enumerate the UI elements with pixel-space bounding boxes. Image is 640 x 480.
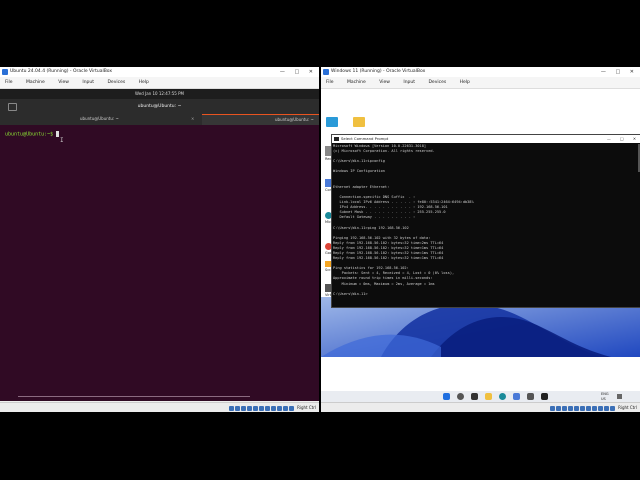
menu-devices[interactable]: Devices: [428, 77, 446, 88]
menu-help[interactable]: Help: [460, 77, 470, 88]
tab-2-label: ubuntu@Ubuntu: ~: [275, 117, 314, 122]
virtualbox-taskbar-icon[interactable]: [527, 393, 534, 400]
recycle-bin-icon[interactable]: [326, 117, 338, 127]
terminal-headerbar: ubuntu@Ubuntu: ~ ubuntu@Ubuntu: ~ × ubun…: [0, 99, 319, 125]
cmd-icon: [334, 137, 339, 141]
store-icon[interactable]: [513, 393, 520, 400]
start-icon[interactable]: [443, 393, 450, 400]
tray-language[interactable]: ENG US: [601, 392, 609, 401]
terminal-area[interactable]: ubuntu@Ubuntu:~$ I: [0, 125, 319, 401]
cmd-title: Select Command Prompt: [341, 136, 389, 141]
host-key-label: Right Ctrl: [297, 405, 316, 410]
search-icon[interactable]: [457, 393, 464, 400]
status-bar: Right Ctrl: [321, 402, 640, 412]
folder-icon[interactable]: [353, 117, 365, 127]
ubuntu-top-bar: Wed Jan 10 12:47:55 PM: [0, 89, 319, 99]
menu-bar: File Machine View Input Devices Help: [0, 77, 319, 89]
edge-taskbar-icon[interactable]: [499, 393, 506, 400]
status-icons[interactable]: [229, 405, 295, 412]
window-title: Ubuntu 24.04.4 (Running) - Oracle Virtua…: [10, 69, 113, 74]
menu-view[interactable]: View: [58, 77, 69, 88]
prompt: ubuntu@Ubuntu:~$: [5, 131, 57, 138]
tab-1-label: ubuntu@Ubuntu: ~: [80, 116, 119, 121]
virtualbox-icon: [2, 69, 8, 75]
command-prompt-window[interactable]: Select Command Prompt — □ ✕ Microsoft Wi…: [331, 134, 640, 308]
menu-view[interactable]: View: [379, 77, 390, 88]
file-explorer-icon[interactable]: [485, 393, 492, 400]
window-titlebar[interactable]: Ubuntu 24.04.4 (Running) - Oracle Virtua…: [0, 67, 319, 77]
menu-machine[interactable]: Machine: [347, 77, 366, 88]
network-icon[interactable]: [617, 394, 622, 399]
host-key-label: Right Ctrl: [618, 405, 637, 410]
cursor: [56, 131, 60, 137]
tab-2[interactable]: ubuntu@Ubuntu: ~: [202, 114, 319, 125]
tab-1[interactable]: ubuntu@Ubuntu: ~ ×: [0, 114, 201, 124]
menu-input[interactable]: Input: [82, 77, 94, 88]
terminal-tabs: ubuntu@Ubuntu: ~ × ubuntu@Ubuntu: ~: [0, 114, 319, 125]
close-icon[interactable]: ×: [191, 116, 194, 121]
clock[interactable]: Wed Jan 10 12:47:55 PM: [135, 91, 184, 96]
window-controls[interactable]: — □ ✕: [601, 67, 638, 77]
window-titlebar[interactable]: Windows 11 (Running) - Oracle VirtualBox…: [321, 67, 640, 77]
windows-vbox-window: Windows 11 (Running) - Oracle VirtualBox…: [321, 67, 640, 412]
cmd-output[interactable]: Microsoft Windows [Version 10.0.22631.30…: [333, 144, 474, 297]
status-icons[interactable]: [550, 405, 616, 412]
status-bar: Right Ctrl: [0, 402, 319, 412]
menu-bar: File Machine View Input Devices Help: [321, 77, 640, 89]
terminal-title: ubuntu@Ubuntu: ~: [137, 104, 182, 109]
cmd-titlebar[interactable]: Select Command Prompt — □ ✕: [332, 135, 640, 143]
ibeam-cursor-icon: I: [60, 137, 64, 144]
window-controls[interactable]: — □ ✕: [280, 67, 317, 77]
terminal-taskbar-icon[interactable]: [541, 393, 548, 400]
menu-file[interactable]: File: [326, 77, 334, 88]
cmd-window-controls[interactable]: — □ ✕: [607, 135, 640, 143]
windows-desktop: Recycle Bin Control Panel Microsoft Edge…: [321, 89, 640, 391]
menu-devices[interactable]: Devices: [107, 77, 125, 88]
menu-help[interactable]: Help: [139, 77, 149, 88]
window-title: Windows 11 (Running) - Oracle VirtualBox: [331, 69, 426, 74]
virtualbox-icon: [323, 69, 329, 75]
scrollbar[interactable]: [18, 396, 250, 397]
menu-file[interactable]: File: [5, 77, 13, 88]
ubuntu-vbox-window: Ubuntu 24.04.4 (Running) - Oracle Virtua…: [0, 67, 319, 412]
prompt-line: ubuntu@Ubuntu:~$: [5, 131, 60, 138]
task-view-icon[interactable]: [471, 393, 478, 400]
menu-input[interactable]: Input: [403, 77, 415, 88]
menu-machine[interactable]: Machine: [26, 77, 45, 88]
